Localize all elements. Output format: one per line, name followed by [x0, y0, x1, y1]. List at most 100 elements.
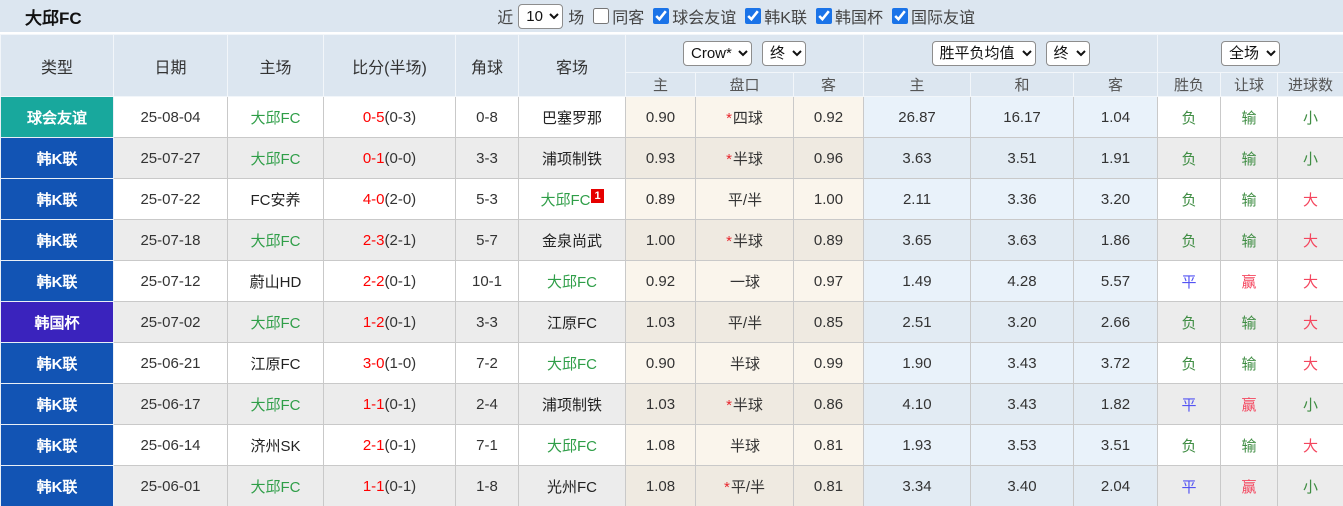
- table-row: 韩K联 25-06-17 大邱FC 1-1(0-1) 2-4 浦项制铁 1.03…: [0, 383, 1343, 425]
- handicap-line: *半球: [695, 219, 794, 261]
- result-handicap: 赢: [1220, 383, 1279, 425]
- corner-score: 7-1: [455, 424, 519, 466]
- avg-odds-draw: 3.40: [970, 465, 1075, 506]
- topbar: 大邱FC 近 10 场 同客 球会友谊 韩K联 韩国杯 国际友谊: [0, 0, 1343, 34]
- home-team: 大邱FC: [227, 465, 324, 506]
- score-halftime: 2-2(0-1): [323, 260, 456, 302]
- handicap-odds-away: 0.81: [792, 465, 865, 506]
- match-type-badge: 韩K联: [0, 219, 114, 261]
- filter-label-club-friendly: 球会友谊: [672, 10, 737, 27]
- subcol-avg-home: 主: [863, 72, 972, 97]
- match-type-badge: 韩K联: [0, 465, 114, 506]
- match-type-badge: 韩K联: [0, 424, 114, 466]
- match-type-badge: 韩K联: [0, 260, 114, 302]
- col-header-corners: 角球: [455, 34, 519, 97]
- handicap-line: 平/半: [695, 301, 794, 343]
- match-date: 25-07-02: [113, 301, 228, 343]
- match-date: 25-07-27: [113, 137, 228, 179]
- result-goals: 小: [1277, 383, 1343, 425]
- result-handicap: 输: [1220, 96, 1279, 138]
- odds-period-select[interactable]: 终: [762, 41, 806, 66]
- home-team: 济州SK: [227, 424, 324, 466]
- handicap-odds-home: 0.89: [625, 178, 696, 220]
- score-halftime: 1-2(0-1): [323, 301, 456, 343]
- avg-odds-home: 3.63: [863, 137, 972, 179]
- handicap-line: 平/半: [695, 178, 794, 220]
- avg-odds-home: 1.93: [863, 424, 972, 466]
- handicap-odds-away: 0.97: [792, 260, 865, 302]
- col-header-type: 类型: [0, 34, 114, 97]
- avg-odds-away: 2.66: [1073, 301, 1159, 343]
- handicap-odds-home: 0.93: [625, 137, 696, 179]
- result-outcome: 负: [1157, 137, 1222, 179]
- col-header-score: 比分(半场): [323, 34, 456, 97]
- filter-checkbox-club-friendly[interactable]: [653, 8, 670, 24]
- recent-count-select[interactable]: 10: [518, 3, 564, 29]
- avg-odds-group: 胜平负均值 终: [863, 34, 1159, 73]
- scope-select[interactable]: 全场: [1221, 41, 1281, 66]
- subcol-avg-away: 客: [1073, 72, 1159, 97]
- handicap-odds-home: 1.03: [625, 301, 696, 343]
- table-row: 韩K联 25-06-21 江原FC 3-0(1-0) 7-2 大邱FC 0.90…: [0, 342, 1343, 384]
- score-halftime: 1-1(0-1): [323, 383, 456, 425]
- avg-odds-draw: 4.28: [970, 260, 1075, 302]
- score-halftime: 3-0(1-0): [323, 342, 456, 384]
- away-team: 光州FC: [518, 465, 626, 506]
- avg-odds-draw: 3.51: [970, 137, 1075, 179]
- handicap-line: *平/半: [695, 465, 794, 506]
- result-handicap: 输: [1220, 178, 1279, 220]
- result-outcome: 平: [1157, 260, 1222, 302]
- result-outcome: 负: [1157, 301, 1222, 343]
- odds-company-select[interactable]: Crow*: [683, 41, 752, 66]
- avg-odds-draw: 3.63: [970, 219, 1075, 261]
- col-header-away: 客场: [518, 34, 626, 97]
- avg-odds-home: 2.11: [863, 178, 972, 220]
- col-header-home: 主场: [227, 34, 324, 97]
- handicap-odds-away: 0.92: [792, 96, 865, 138]
- filter-checkbox-kleague[interactable]: [745, 8, 762, 24]
- match-type-badge: 韩K联: [0, 342, 114, 384]
- table-row: 球会友谊 25-08-04 大邱FC 0-5(0-3) 0-8 巴塞罗那 0.9…: [0, 96, 1343, 138]
- result-outcome: 平: [1157, 465, 1222, 506]
- corner-score: 5-3: [455, 178, 519, 220]
- result-handicap: 赢: [1220, 465, 1279, 506]
- match-date: 25-06-21: [113, 342, 228, 384]
- table-row: 韩国杯 25-07-02 大邱FC 1-2(0-1) 3-3 江原FC 1.03…: [0, 301, 1343, 343]
- table-row: 韩K联 25-07-12 蔚山HD 2-2(0-1) 10-1 大邱FC 0.9…: [0, 260, 1343, 302]
- avg-odds-away: 5.57: [1073, 260, 1159, 302]
- star-marker: *: [726, 109, 732, 127]
- result-outcome: 负: [1157, 219, 1222, 261]
- handicap-odds-home: 1.00: [625, 219, 696, 261]
- handicap-odds-away: 0.81: [792, 424, 865, 466]
- home-team: 大邱FC: [227, 219, 324, 261]
- filter-checkbox-intl-friendly[interactable]: [891, 8, 908, 24]
- page-title: 大邱FC: [25, 8, 82, 28]
- home-team: 江原FC: [227, 342, 324, 384]
- table-row: 韩K联 25-06-14 济州SK 2-1(0-1) 7-1 大邱FC 1.08…: [0, 424, 1343, 466]
- home-team: 大邱FC: [227, 137, 324, 179]
- handicap-odds-home: 1.08: [625, 424, 696, 466]
- avg-odds-home: 4.10: [863, 383, 972, 425]
- subcol-goals: 进球数: [1277, 72, 1343, 97]
- result-handicap: 输: [1220, 137, 1279, 179]
- avg-odds-draw: 3.43: [970, 383, 1075, 425]
- match-stats-panel: 大邱FC 近 10 场 同客 球会友谊 韩K联 韩国杯 国际友谊 类型 日期 主…: [0, 0, 1343, 506]
- result-handicap: 输: [1220, 424, 1279, 466]
- away-team: 大邱FC 1: [518, 178, 626, 220]
- odds-company-group: Crow* 终: [624, 34, 865, 73]
- avg-odds-draw: 3.36: [970, 178, 1075, 220]
- avg-period-select[interactable]: 终: [1045, 41, 1090, 66]
- avg-odds-draw: 16.17: [970, 96, 1075, 138]
- handicap-odds-away: 1.00: [792, 178, 865, 220]
- handicap-line: *半球: [695, 383, 794, 425]
- table-row: 韩K联 25-07-27 大邱FC 0-1(0-0) 3-3 浦项制铁 0.93…: [0, 137, 1343, 179]
- score-halftime: 1-1(0-1): [323, 465, 456, 506]
- result-outcome: 负: [1157, 342, 1222, 384]
- match-date: 25-07-18: [113, 219, 228, 261]
- handicap-line: 半球: [695, 424, 794, 466]
- same-away-checkbox[interactable]: [593, 8, 610, 24]
- avg-odds-select[interactable]: 胜平负均值: [931, 41, 1036, 66]
- result-outcome: 负: [1157, 96, 1222, 138]
- result-handicap: 输: [1220, 219, 1279, 261]
- filter-checkbox-korean-cup[interactable]: [815, 8, 832, 24]
